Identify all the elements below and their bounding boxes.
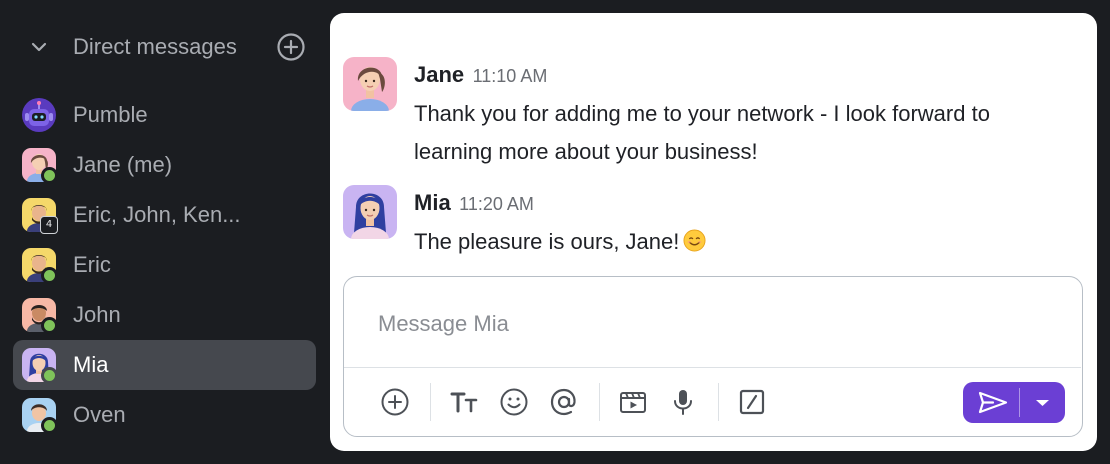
- microphone-icon[interactable]: [666, 385, 700, 419]
- dm-item-pumble[interactable]: Pumble: [13, 90, 316, 140]
- send-button-group: [963, 382, 1065, 423]
- message-header: Jane 11:10 AM: [414, 62, 547, 88]
- add-icon[interactable]: [378, 385, 412, 419]
- emoji-icon[interactable]: [497, 385, 531, 419]
- send-button[interactable]: [963, 382, 1019, 423]
- dm-item-group[interactable]: 4 Eric, John, Ken...: [13, 190, 316, 240]
- dm-item-oven[interactable]: Oven: [13, 390, 316, 440]
- jane-avatar[interactable]: [343, 57, 397, 111]
- message-text: The pleasure is ours, Jane!: [414, 223, 1074, 261]
- dm-item-label: Eric: [73, 252, 111, 277]
- message-composer: Message Mia: [343, 276, 1083, 437]
- online-status-indicator: [41, 317, 58, 334]
- message-author[interactable]: Jane: [414, 62, 464, 87]
- member-count-badge: 4: [40, 216, 58, 234]
- dm-item-label: Oven: [73, 402, 126, 427]
- mia-avatar[interactable]: [343, 185, 397, 239]
- online-status-indicator: [41, 367, 58, 384]
- message-timestamp: 11:10 AM: [472, 66, 548, 86]
- online-status-indicator: [41, 167, 58, 184]
- add-direct-message-icon[interactable]: [276, 32, 306, 62]
- message-author[interactable]: Mia: [414, 190, 451, 215]
- chevron-down-icon: [1036, 400, 1049, 406]
- send-options-button[interactable]: [1020, 382, 1065, 423]
- online-status-indicator: [41, 267, 58, 284]
- toolbar-separator: [599, 383, 600, 421]
- dm-item-john[interactable]: John: [13, 290, 316, 340]
- dm-item-label: Eric, John, Ken...: [73, 202, 241, 227]
- message-timestamp: 11:20 AM: [459, 194, 534, 214]
- text-format-icon[interactable]: [447, 385, 481, 419]
- smiling-face-emoji: [683, 229, 706, 252]
- dm-item-eric[interactable]: Eric: [13, 240, 316, 290]
- send-icon: [978, 391, 1008, 414]
- video-icon[interactable]: [616, 385, 650, 419]
- dm-item-jane[interactable]: Jane (me): [13, 140, 316, 190]
- mention-icon[interactable]: [547, 385, 581, 419]
- message-text-content: The pleasure is ours, Jane!: [414, 229, 680, 254]
- dm-item-label: Pumble: [73, 102, 148, 127]
- dm-item-label: John: [73, 302, 121, 327]
- chevron-down-icon[interactable]: [28, 36, 50, 58]
- dm-item-label: Mia: [73, 352, 109, 377]
- direct-messages-header: Direct messages: [0, 28, 330, 68]
- chat-panel: Jane 11:10 AM Thank you for adding me to…: [330, 13, 1097, 451]
- message-input[interactable]: Message Mia: [378, 311, 509, 337]
- composer-divider: [344, 367, 1081, 368]
- toolbar-separator: [718, 383, 719, 421]
- direct-messages-title: Direct messages: [73, 34, 237, 59]
- bot-avatar: [22, 98, 56, 132]
- dm-item-mia[interactable]: Mia: [13, 340, 316, 390]
- dm-item-label: Jane (me): [73, 152, 173, 177]
- toolbar-separator: [430, 383, 431, 421]
- message-text: Thank you for adding me to your network …: [414, 101, 990, 164]
- online-status-indicator: [41, 417, 58, 434]
- sidebar: Direct messages Pumble Jane (me) 4 Eric,…: [0, 0, 330, 464]
- message-header: Mia 11:20 AM: [414, 190, 534, 216]
- slash-command-icon[interactable]: [735, 385, 769, 419]
